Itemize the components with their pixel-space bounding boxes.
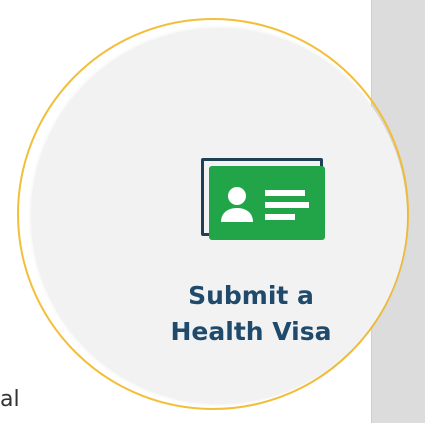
cta-title-line1: Submit a: [188, 281, 314, 310]
truncated-text: al: [0, 387, 20, 412]
id-card-icon: [201, 158, 331, 244]
cta-title: Submit a Health Visa: [91, 278, 411, 350]
cta-title-line2: Health Visa: [170, 317, 332, 346]
submit-health-visa-card[interactable]: Submit a Health Visa: [31, 28, 407, 404]
id-card-glyph: [221, 187, 309, 222]
id-card-front: [209, 166, 325, 240]
